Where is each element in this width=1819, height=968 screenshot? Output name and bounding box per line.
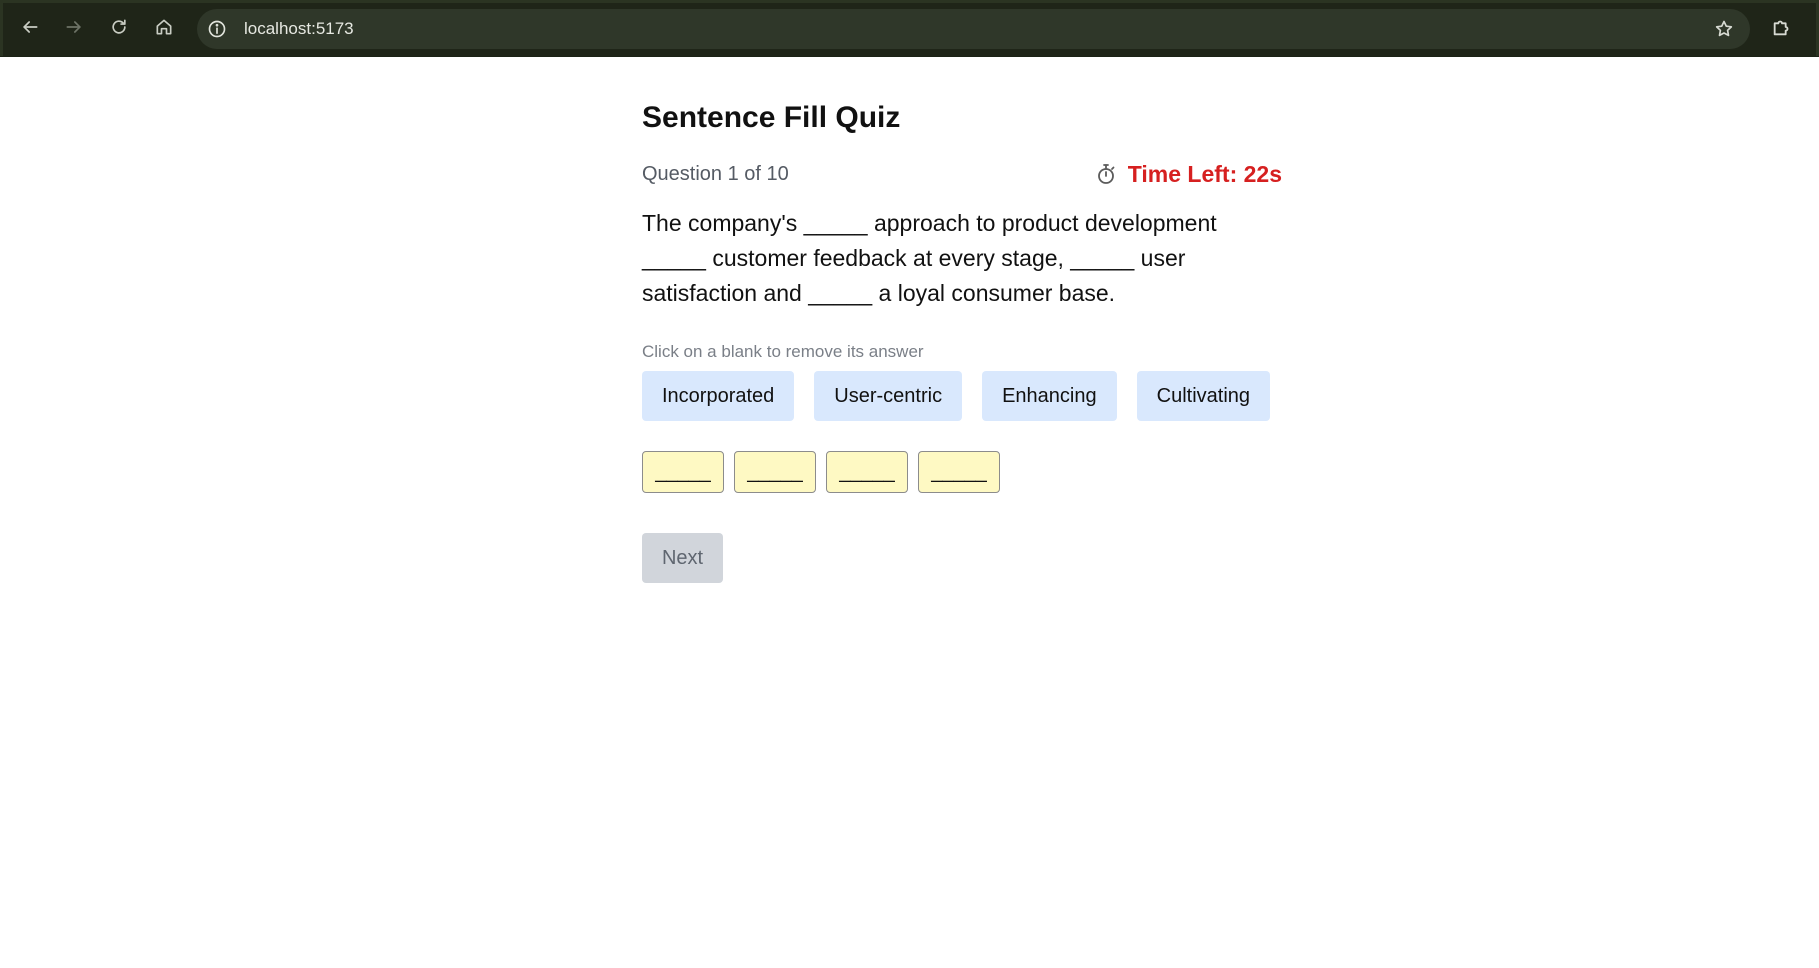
- browser-toolbar: localhost:5173: [0, 0, 1819, 57]
- blank-slot-2[interactable]: _____: [734, 451, 816, 493]
- option-incorporated[interactable]: Incorporated: [642, 371, 795, 421]
- blank-slot-1[interactable]: _____: [642, 451, 724, 493]
- arrow-right-icon: [64, 17, 84, 42]
- answer-blanks: _____ _____ _____ _____: [642, 451, 1282, 493]
- option-enhancing[interactable]: Enhancing: [982, 371, 1117, 421]
- arrow-left-icon: [20, 17, 40, 42]
- home-button[interactable]: [146, 11, 182, 47]
- reload-icon: [109, 17, 129, 42]
- timer: Time Left: 22s: [1094, 154, 1282, 194]
- next-button[interactable]: Next: [642, 533, 723, 583]
- question-counter: Question 1 of 10: [642, 163, 789, 185]
- blank-slot-4[interactable]: _____: [918, 451, 1000, 493]
- question-sentence: The company's _____ approach to product …: [642, 210, 1217, 306]
- forward-button[interactable]: [56, 11, 92, 47]
- option-cultivating[interactable]: Cultivating: [1136, 371, 1271, 421]
- hint-text: Click on a blank to remove its answer: [642, 342, 924, 361]
- puzzle-icon: [1771, 16, 1793, 43]
- url-text[interactable]: localhost:5173: [244, 9, 354, 49]
- address-bar[interactable]: localhost:5173: [197, 9, 1750, 49]
- page-title: Sentence Fill Quiz: [642, 101, 901, 134]
- back-button[interactable]: [12, 11, 48, 47]
- reload-button[interactable]: [101, 11, 137, 47]
- blank-slot-3[interactable]: _____: [826, 451, 908, 493]
- star-icon[interactable]: [1712, 17, 1736, 41]
- answer-options: Incorporated User-centric Enhancing Cult…: [642, 371, 1282, 421]
- info-icon[interactable]: [205, 17, 229, 41]
- extensions-button[interactable]: [1764, 11, 1800, 47]
- quiz-container: Sentence Fill Quiz Question 1 of 10 Time…: [642, 96, 1282, 583]
- option-user-centric[interactable]: User-centric: [814, 371, 963, 421]
- quiz-meta-row: Question 1 of 10 Time Left: 22s: [642, 154, 1282, 194]
- home-icon: [154, 17, 174, 42]
- timer-text: Time Left: 22s: [1127, 161, 1282, 187]
- stopwatch-icon: [1094, 162, 1118, 186]
